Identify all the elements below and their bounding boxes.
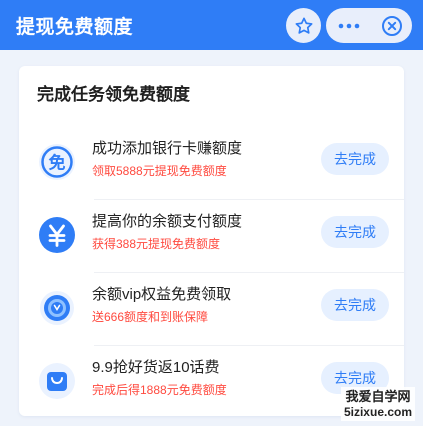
task-reward: 领取5888元提现免费额度 bbox=[92, 164, 227, 178]
more-button[interactable] bbox=[326, 8, 371, 43]
task-reward: 完成后得1888元免费额度 bbox=[92, 383, 227, 397]
vip-medal-icon bbox=[37, 288, 77, 328]
task-name: 9.9抢好货返10话费 bbox=[92, 359, 220, 376]
task-item-add-bank-card: 免 成功添加银行卡赚额度 领取5888元提现免费额度 去完成 bbox=[19, 126, 404, 199]
mini-program-capsule bbox=[326, 8, 412, 43]
watermark-en: 5izixue.com bbox=[343, 405, 412, 419]
app-header: 提现免费额度 bbox=[0, 0, 423, 50]
page-title: 提现免费额度 bbox=[16, 17, 134, 38]
complete-task-button[interactable]: 去完成 bbox=[321, 216, 389, 248]
more-dots-icon bbox=[338, 23, 359, 28]
task-card: 完成任务领免费额度 免 成功添加银行卡赚额度 领取5888元提现免费额度 去完成… bbox=[19, 66, 404, 416]
task-reward: 送666额度和到账保障 bbox=[92, 310, 209, 324]
site-watermark: 我爱自学网 5izixue.com bbox=[340, 387, 415, 421]
free-badge-icon: 免 bbox=[37, 142, 77, 182]
task-item-vip-rights: 余额vip权益免费领取 送666额度和到账保障 去完成 bbox=[19, 272, 404, 345]
close-button[interactable] bbox=[371, 8, 412, 43]
divider bbox=[94, 199, 404, 200]
task-name: 提高你的余额支付额度 bbox=[92, 213, 243, 230]
card-title: 完成任务领免费额度 bbox=[37, 85, 190, 104]
complete-task-button[interactable]: 去完成 bbox=[321, 143, 389, 175]
divider bbox=[94, 272, 404, 273]
favorite-button[interactable] bbox=[286, 8, 321, 43]
svg-text:免: 免 bbox=[49, 153, 66, 174]
complete-task-button[interactable]: 去完成 bbox=[321, 289, 389, 321]
task-name: 成功添加银行卡赚额度 bbox=[92, 140, 243, 157]
watermark-cn: 我爱自学网 bbox=[345, 389, 411, 404]
divider bbox=[94, 345, 404, 346]
task-item-balance-payment: 提高你的余额支付额度 获得388元提现免费额度 去完成 bbox=[19, 199, 404, 272]
shopping-bag-icon bbox=[37, 361, 77, 401]
task-name: 余额vip权益免费领取 bbox=[92, 286, 232, 303]
yuan-coin-icon bbox=[37, 215, 77, 255]
task-reward: 获得388元提现免费额度 bbox=[92, 237, 221, 251]
close-circle-icon bbox=[381, 15, 402, 36]
star-icon bbox=[295, 17, 312, 34]
